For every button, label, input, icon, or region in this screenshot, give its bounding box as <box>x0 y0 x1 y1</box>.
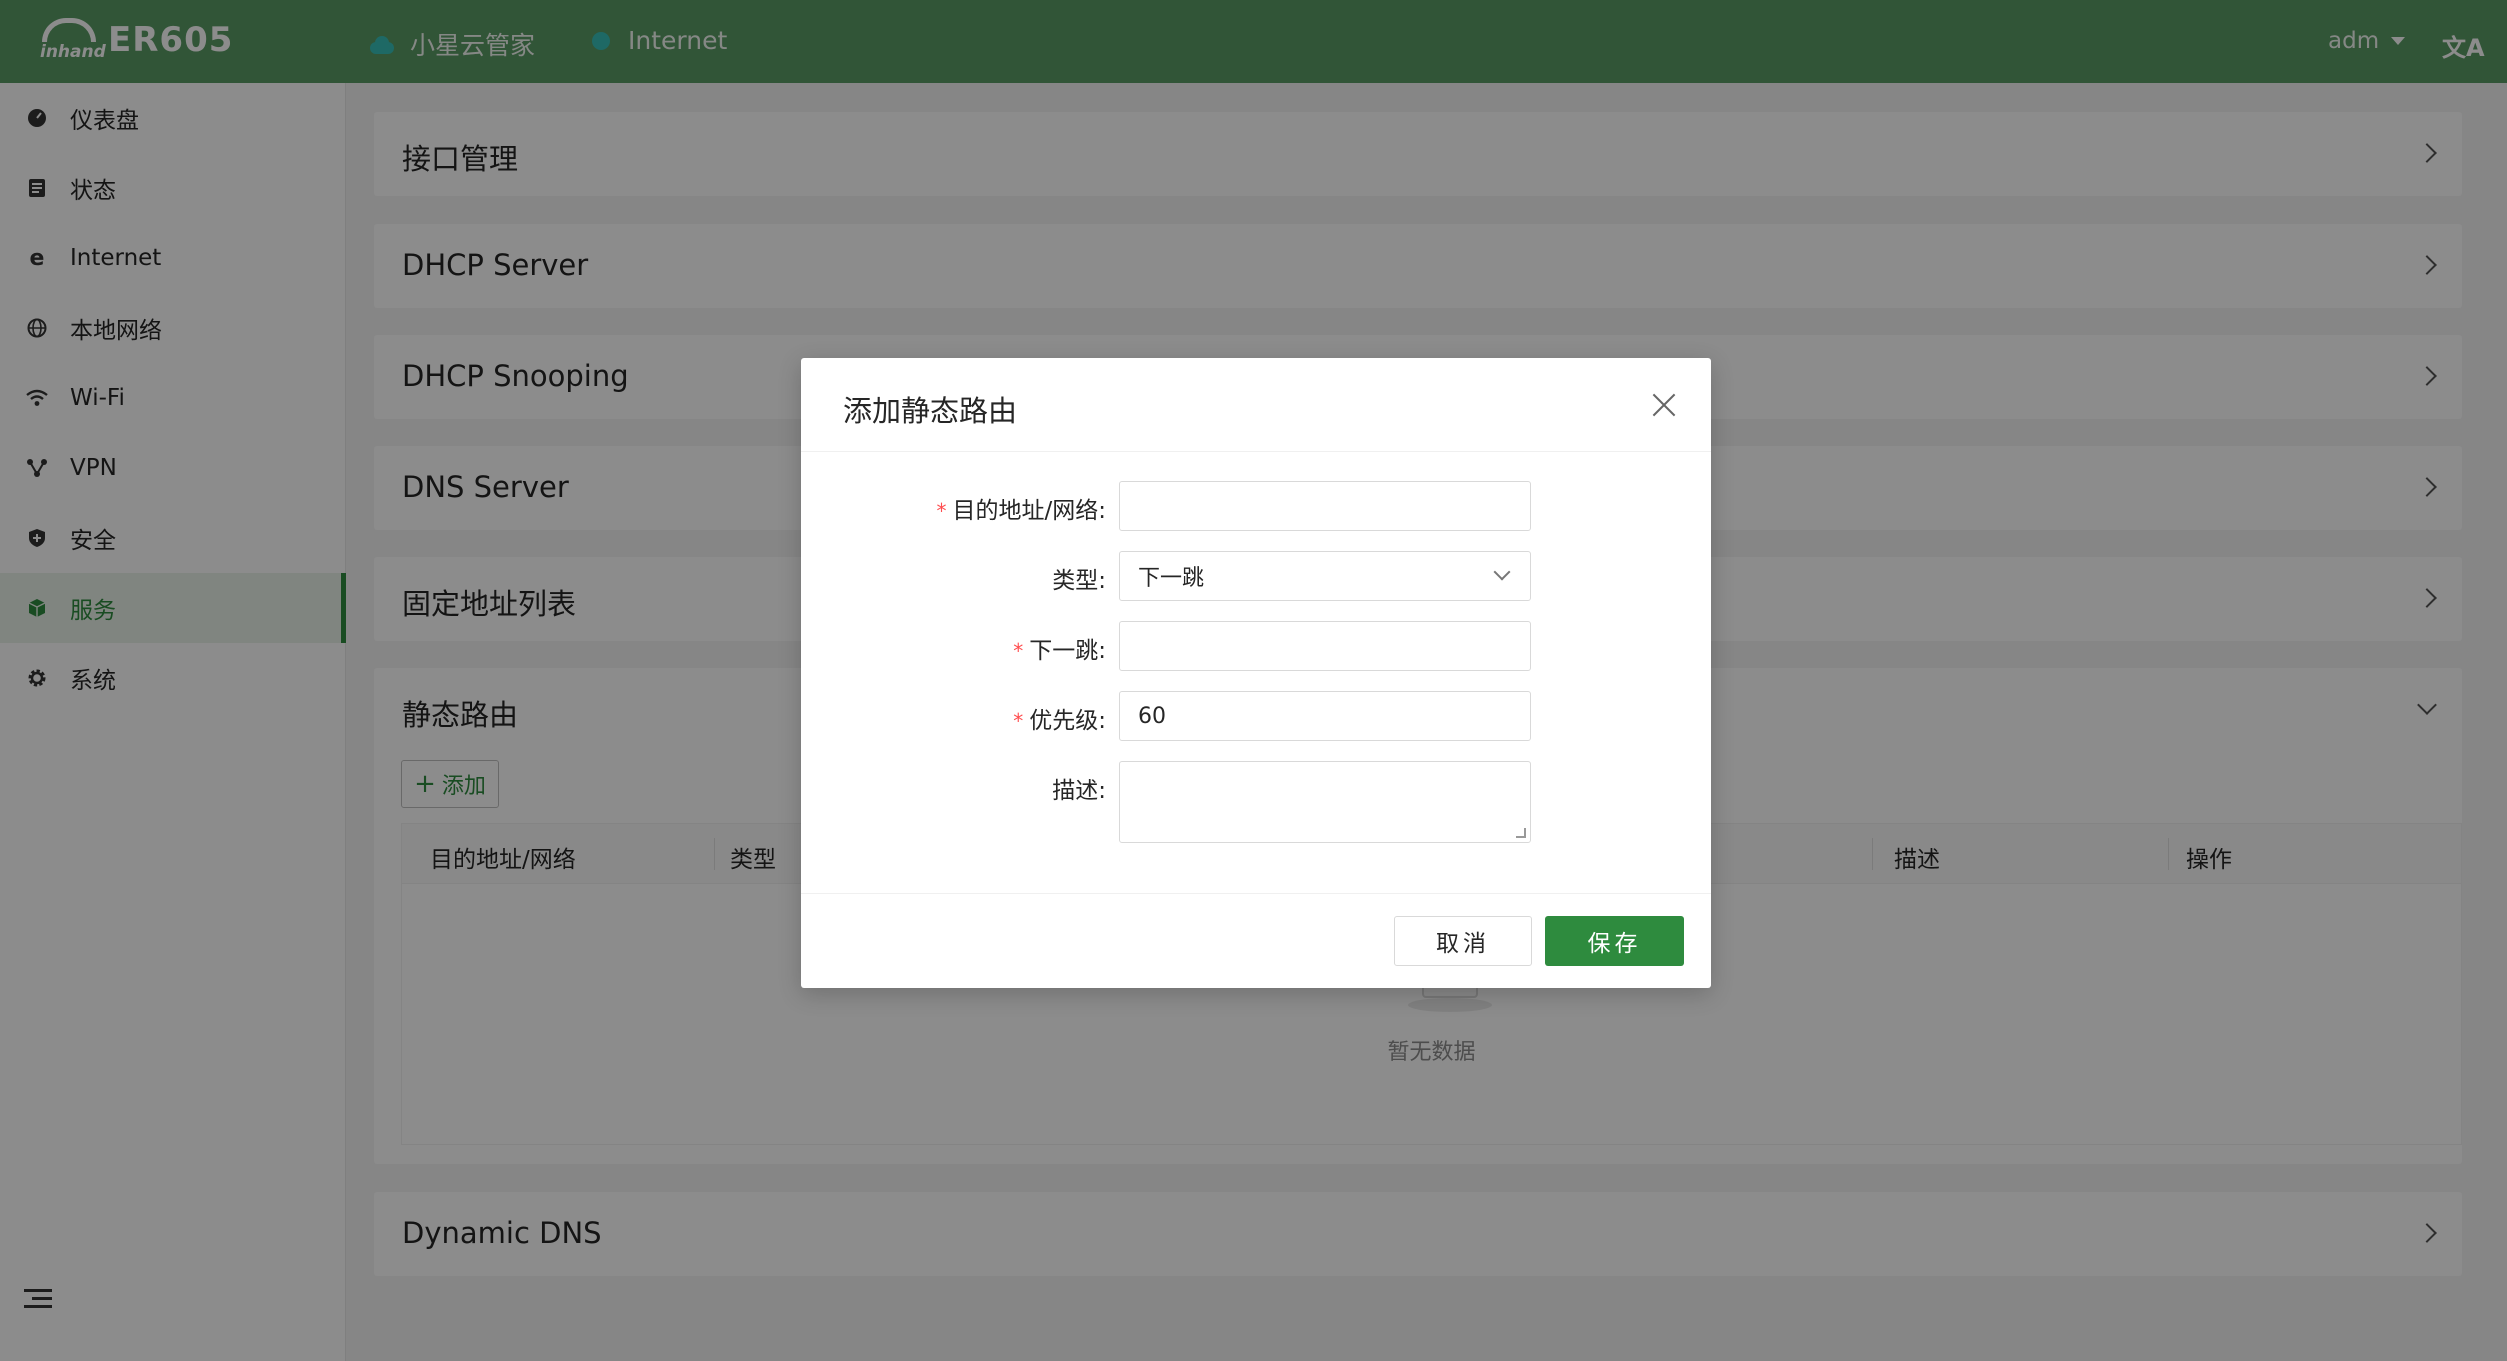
close-icon[interactable] <box>1651 392 1677 418</box>
type-select-value: 下一跳 <box>1138 566 1205 591</box>
dialog-footer: 取消 保存 <box>801 893 1711 988</box>
priority-label-text: 优先级: <box>1029 708 1106 734</box>
destination-label-text: 目的地址/网络: <box>952 498 1107 524</box>
chevron-down-icon <box>1493 563 1511 581</box>
type-label: 类型: <box>1052 568 1106 594</box>
dialog-title: 添加静态路由 <box>843 394 1018 428</box>
description-label: 描述: <box>1052 778 1106 804</box>
priority-label: * 优先级: <box>1013 701 1106 735</box>
required-mark: * <box>1013 709 1024 733</box>
dialog-header: 添加静态路由 <box>801 358 1711 452</box>
destination-input[interactable] <box>1119 481 1531 531</box>
form-row-next-hop: * 下一跳: <box>801 621 1711 671</box>
form-row-description: 描述: <box>801 761 1711 845</box>
destination-label: * 目的地址/网络: <box>937 491 1107 525</box>
next-hop-input[interactable] <box>1119 621 1531 671</box>
save-button[interactable]: 保存 <box>1545 916 1684 966</box>
next-hop-label-text: 下一跳: <box>1029 638 1106 664</box>
cancel-button[interactable]: 取消 <box>1394 916 1532 966</box>
add-static-route-dialog: 添加静态路由 * 目的地址/网络: 类型: 下一跳 * 下一跳: * 优先级: 60 … <box>801 358 1711 988</box>
form-row-type: 类型: 下一跳 <box>801 551 1711 601</box>
type-select[interactable]: 下一跳 <box>1119 551 1531 601</box>
priority-input[interactable]: 60 <box>1119 691 1531 741</box>
resize-handle-icon[interactable] <box>1516 828 1526 838</box>
description-textarea[interactable] <box>1119 761 1531 843</box>
required-mark: * <box>1013 639 1024 663</box>
required-mark: * <box>936 499 947 523</box>
form-row-destination: * 目的地址/网络: <box>801 481 1711 531</box>
form-row-priority: * 优先级: 60 <box>801 691 1711 741</box>
next-hop-label: * 下一跳: <box>1013 631 1106 665</box>
